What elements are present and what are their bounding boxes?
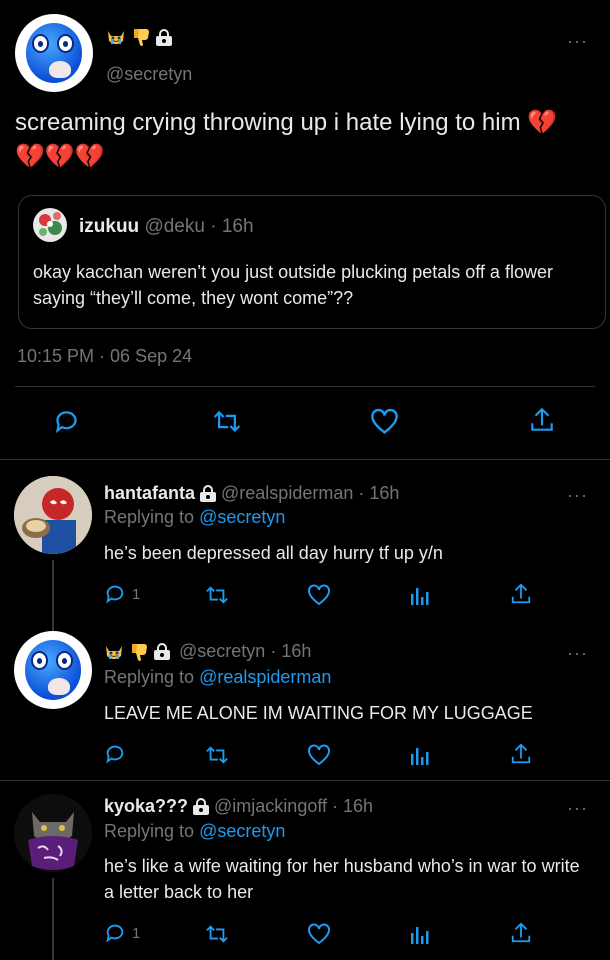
replying-to-link[interactable]: @secretyn bbox=[199, 507, 285, 527]
avatar-imjackingoff[interactable] bbox=[14, 794, 92, 872]
retweet-icon bbox=[206, 925, 228, 943]
retweet-icon bbox=[206, 746, 228, 764]
replying-to-link[interactable]: @secretyn bbox=[199, 821, 285, 841]
analytics-button[interactable] bbox=[409, 584, 431, 606]
reply-display-name[interactable]: kyoka??? bbox=[104, 796, 188, 817]
reply-handle[interactable]: @imjackingoff bbox=[214, 796, 327, 817]
reply-icon bbox=[106, 745, 124, 764]
reply-count: 1 bbox=[132, 924, 141, 942]
replying-to-link[interactable]: @realspiderman bbox=[199, 667, 331, 687]
reply-text: he’s like a wife waiting for her husband… bbox=[104, 856, 580, 902]
thread-line bbox=[52, 560, 54, 634]
share-button[interactable] bbox=[510, 742, 532, 766]
divider bbox=[0, 459, 610, 460]
reply-time: 16h bbox=[281, 641, 312, 661]
thumbs-down-icon bbox=[131, 27, 151, 47]
quoted-text: okay kacchan weren’t you just outside pl… bbox=[33, 262, 553, 308]
retweet-icon bbox=[206, 586, 228, 604]
retweet-button[interactable] bbox=[204, 744, 230, 766]
retweet-button[interactable] bbox=[212, 408, 242, 435]
crying-cat-emoji-icon bbox=[106, 27, 126, 47]
tweet-timestamp[interactable]: 10:15 PM · 06 Sep 24 bbox=[17, 346, 192, 367]
more-options-icon[interactable]: ··· bbox=[567, 799, 588, 817]
quoted-handle: @deku bbox=[144, 216, 205, 237]
reply-icon bbox=[106, 924, 124, 943]
reply-handle[interactable]: @realspiderman bbox=[221, 483, 353, 504]
analytics-icon bbox=[411, 748, 429, 765]
share-icon bbox=[511, 583, 531, 604]
reply-button[interactable]: 1 bbox=[104, 922, 140, 944]
crying-cat-emoji-icon bbox=[104, 642, 124, 662]
thread-line bbox=[52, 878, 54, 960]
reply-time: 16h bbox=[343, 796, 374, 816]
display-name-emojis bbox=[106, 27, 172, 47]
retweet-icon bbox=[213, 410, 241, 433]
quoted-display-name: izukuu bbox=[79, 216, 140, 237]
reply-button[interactable]: 1 bbox=[104, 583, 140, 605]
reply-icon bbox=[55, 411, 77, 434]
divider bbox=[0, 780, 610, 781]
avatar-secretyn[interactable] bbox=[14, 631, 92, 709]
tweet-handle[interactable]: @secretyn bbox=[106, 64, 192, 85]
tweet-text: screaming crying throwing up i hate lyin… bbox=[15, 109, 558, 170]
share-button[interactable] bbox=[510, 582, 532, 606]
thumbs-down-icon bbox=[129, 642, 149, 662]
reply-display-name[interactable]: hantafanta bbox=[104, 483, 195, 504]
dot-separator: · bbox=[358, 483, 365, 503]
analytics-button[interactable] bbox=[409, 923, 431, 945]
dot-separator: · bbox=[210, 216, 217, 237]
share-button[interactable] bbox=[529, 406, 555, 434]
quoted-tweet[interactable]: izukuu @deku · 16h okay kacchan weren’t … bbox=[18, 195, 606, 329]
lock-icon bbox=[154, 643, 170, 660]
more-options-icon[interactable]: ··· bbox=[567, 32, 588, 50]
share-icon bbox=[511, 743, 531, 764]
lock-icon bbox=[200, 485, 217, 502]
reply-button[interactable] bbox=[104, 743, 126, 765]
more-options-icon[interactable]: ··· bbox=[567, 486, 588, 504]
like-button[interactable] bbox=[307, 584, 331, 606]
share-icon bbox=[511, 922, 531, 943]
analytics-button[interactable] bbox=[409, 744, 431, 766]
quoted-time: 16h bbox=[221, 216, 254, 237]
dot-separator: · bbox=[270, 641, 277, 661]
display-name-emojis: @secretyn · 16h bbox=[104, 641, 311, 662]
dot-separator: · bbox=[332, 796, 339, 816]
reply-count: 1 bbox=[132, 585, 141, 603]
retweet-button[interactable] bbox=[204, 584, 230, 606]
more-options-icon[interactable]: ··· bbox=[567, 644, 588, 662]
analytics-icon bbox=[411, 588, 429, 605]
avatar-secretyn[interactable] bbox=[15, 14, 93, 92]
retweet-button[interactable] bbox=[204, 923, 230, 945]
avatar-realspiderman[interactable] bbox=[14, 476, 92, 554]
replying-label: Replying to bbox=[104, 507, 195, 527]
reply-text: LEAVE ME ALONE IM WAITING FOR MY LUGGAGE bbox=[104, 703, 533, 723]
lock-icon bbox=[193, 798, 210, 815]
reply-handle[interactable]: @secretyn bbox=[179, 641, 265, 662]
share-button[interactable] bbox=[510, 921, 532, 945]
reply-text: he’s been depressed all day hurry tf up … bbox=[104, 543, 443, 563]
reply-icon bbox=[106, 585, 124, 604]
avatar-deku bbox=[33, 208, 67, 242]
reply-button[interactable] bbox=[53, 408, 80, 435]
heart-icon bbox=[371, 408, 398, 434]
like-button[interactable] bbox=[307, 744, 331, 766]
replying-label: Replying to bbox=[104, 667, 195, 687]
heart-icon bbox=[308, 744, 330, 766]
heart-icon bbox=[308, 584, 330, 606]
heart-icon bbox=[308, 923, 330, 945]
like-button[interactable] bbox=[307, 923, 331, 945]
lock-icon bbox=[156, 28, 172, 46]
replying-label: Replying to bbox=[104, 821, 195, 841]
like-button[interactable] bbox=[370, 408, 399, 435]
share-icon bbox=[531, 407, 553, 431]
reply-time: 16h bbox=[369, 483, 400, 503]
divider bbox=[15, 386, 595, 387]
analytics-icon bbox=[411, 927, 429, 944]
